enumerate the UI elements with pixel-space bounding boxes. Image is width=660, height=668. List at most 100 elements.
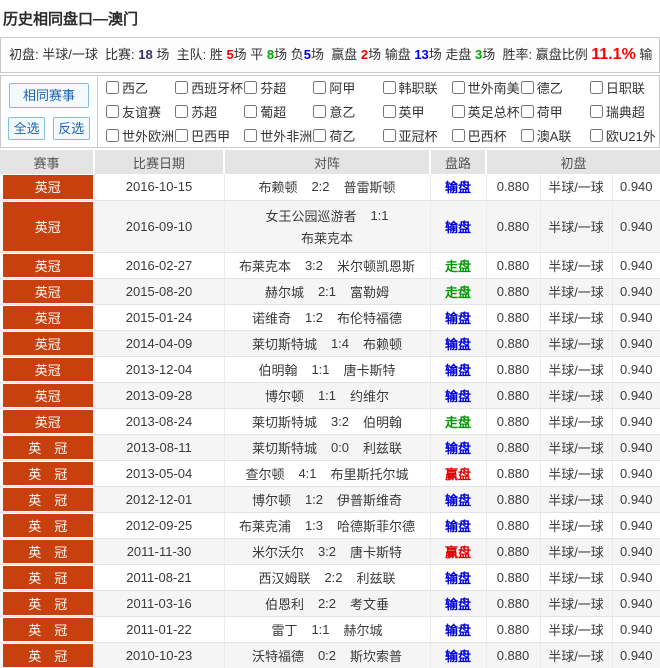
league-filter-item[interactable]: 世外南美 bbox=[452, 80, 521, 95]
league-checkbox[interactable] bbox=[175, 129, 188, 142]
handicap: 半球/一球 bbox=[540, 330, 612, 356]
league-filter-item[interactable]: 苏超 bbox=[175, 104, 244, 119]
result-status: 输盘 bbox=[430, 356, 486, 382]
league-filter-item[interactable]: 世外欧洲 bbox=[106, 128, 175, 143]
home-team: 女王公园巡游者 bbox=[265, 206, 356, 225]
league-checkbox[interactable] bbox=[244, 129, 257, 142]
odds-home: 0.880 bbox=[486, 564, 540, 590]
matchup: 伯明翰 1:1 唐卡斯特 bbox=[225, 360, 430, 379]
league-filter-item[interactable]: 荷甲 bbox=[521, 104, 590, 119]
result-status: 走盘 bbox=[430, 408, 486, 434]
league-filter-item[interactable]: 德乙 bbox=[521, 80, 590, 95]
league-checkbox-label: 西乙 bbox=[122, 80, 148, 95]
league-checkbox[interactable] bbox=[590, 129, 603, 142]
league-checkbox[interactable] bbox=[244, 105, 257, 118]
league-checkbox[interactable] bbox=[106, 81, 119, 94]
match-score: 2:2 bbox=[311, 179, 329, 194]
league-checkbox[interactable] bbox=[313, 105, 326, 118]
matchup: 莱切斯特城 3:2 伯明翰 bbox=[225, 412, 430, 431]
table-row: 英冠 2016-09-10 女王公园巡游者 1:1 布莱克本 输盘 0.880 … bbox=[0, 200, 660, 252]
odds-away: 0.940 bbox=[612, 304, 660, 330]
stats-segment: 初盘: 半球/一球 比赛: bbox=[9, 47, 138, 62]
league-filter-item[interactable]: 澳A联 bbox=[521, 128, 590, 143]
matchup: 赫尔城 2:1 富勒姆 bbox=[225, 282, 430, 301]
league-filter-item[interactable]: 西乙 bbox=[106, 80, 175, 95]
league-checkbox[interactable] bbox=[590, 105, 603, 118]
away-team: 布里斯托尔城 bbox=[331, 464, 409, 483]
league-checkbox[interactable] bbox=[175, 81, 188, 94]
league-checkbox[interactable] bbox=[175, 105, 188, 118]
stats-segment: 5 bbox=[226, 47, 233, 62]
home-team: 莱切斯特城 bbox=[252, 412, 317, 431]
league-checkbox[interactable] bbox=[313, 81, 326, 94]
odds-away: 0.940 bbox=[612, 434, 660, 460]
league-filter-item[interactable]: 芬超 bbox=[244, 80, 313, 95]
odds-away: 0.940 bbox=[612, 408, 660, 434]
league-checkbox[interactable] bbox=[452, 129, 465, 142]
league-filter-item[interactable]: 英足总杯 bbox=[452, 104, 521, 119]
away-team: 哈德斯菲尔德 bbox=[337, 516, 415, 535]
league-checkbox[interactable] bbox=[106, 105, 119, 118]
league-checkbox[interactable] bbox=[452, 81, 465, 94]
filter-panel: 相同赛事 全选 反选 西乙 西班牙杯 芬超 阿甲 韩职联 世外南美 德乙 日职联… bbox=[0, 75, 660, 148]
away-team: 考文垂 bbox=[350, 594, 389, 613]
league-filter-item[interactable]: 欧U21外 bbox=[590, 128, 659, 143]
league-checkbox-label: 韩职联 bbox=[399, 80, 438, 95]
league-checkbox[interactable] bbox=[244, 81, 257, 94]
league-badge: 英冠 bbox=[3, 410, 93, 433]
league-checkbox[interactable] bbox=[106, 129, 119, 142]
league-filter-item[interactable]: 韩职联 bbox=[383, 80, 452, 95]
league-filter-item[interactable]: 西班牙杯 bbox=[175, 80, 244, 95]
league-checkbox[interactable] bbox=[383, 81, 396, 94]
league-filter-item[interactable]: 葡超 bbox=[244, 104, 313, 119]
handicap: 半球/一球 bbox=[540, 590, 612, 616]
league-checkbox[interactable] bbox=[383, 129, 396, 142]
select-all-button[interactable]: 全选 bbox=[8, 117, 45, 140]
invert-selection-button[interactable]: 反选 bbox=[53, 117, 90, 140]
league-badge: 英 冠 bbox=[3, 462, 93, 485]
league-filter-item[interactable]: 巴西甲 bbox=[175, 128, 244, 143]
league-badge: 英 冠 bbox=[3, 566, 93, 589]
handicap: 半球/一球 bbox=[540, 616, 612, 642]
league-checkbox[interactable] bbox=[590, 81, 603, 94]
stats-segment: 场 走盘 bbox=[429, 47, 475, 62]
history-table: 赛事 比赛日期 对阵 盘路 初盘 英冠 2016-10-15 布赖顿 2:2 普… bbox=[0, 150, 660, 668]
match-score: 2:2 bbox=[318, 596, 336, 611]
league-checkbox[interactable] bbox=[521, 81, 534, 94]
league-checkbox[interactable] bbox=[452, 105, 465, 118]
table-row: 英冠 2015-01-24 诺维奇 1:2 布伦特福德 输盘 0.880 半球/… bbox=[0, 304, 660, 330]
league-badge: 英冠 bbox=[3, 175, 93, 199]
league-checkbox[interactable] bbox=[521, 129, 534, 142]
match-date: 2011-03-16 bbox=[94, 590, 224, 616]
away-team: 普雷斯顿 bbox=[344, 177, 396, 196]
odds-away: 0.940 bbox=[612, 460, 660, 486]
odds-away: 0.940 bbox=[612, 278, 660, 304]
league-filter-item[interactable]: 日职联 bbox=[590, 80, 659, 95]
match-score: 4:1 bbox=[298, 466, 316, 481]
league-checkbox[interactable] bbox=[521, 105, 534, 118]
same-event-button[interactable]: 相同赛事 bbox=[9, 83, 89, 108]
league-filter-item[interactable]: 意乙 bbox=[313, 104, 382, 119]
league-filter-item[interactable]: 瑞典超 bbox=[590, 104, 659, 119]
league-filter-item[interactable]: 友谊赛 bbox=[106, 104, 175, 119]
league-checkbox-label: 世外欧洲 bbox=[122, 128, 174, 143]
match-score: 1:2 bbox=[305, 492, 323, 507]
league-filter-item[interactable]: 巴西杯 bbox=[452, 128, 521, 143]
league-filter-item[interactable]: 英甲 bbox=[383, 104, 452, 119]
match-date: 2013-05-04 bbox=[94, 460, 224, 486]
odds-home: 0.880 bbox=[486, 174, 540, 200]
league-checkbox-label: 德乙 bbox=[537, 80, 563, 95]
league-checkbox[interactable] bbox=[383, 105, 396, 118]
league-filter-item[interactable]: 亚冠杯 bbox=[383, 128, 452, 143]
league-filter-item[interactable]: 阿甲 bbox=[313, 80, 382, 95]
league-checkbox[interactable] bbox=[313, 129, 326, 142]
stats-segment: 场 主队: 胜 bbox=[153, 47, 227, 62]
league-filter-item[interactable]: 世外非洲 bbox=[244, 128, 313, 143]
odds-home: 0.880 bbox=[486, 590, 540, 616]
result-status: 赢盘 bbox=[430, 538, 486, 564]
header-initial-odds: 初盘 bbox=[486, 150, 660, 174]
result-status: 输盘 bbox=[430, 330, 486, 356]
league-checkbox-label: 巴西杯 bbox=[468, 128, 507, 143]
handicap: 半球/一球 bbox=[540, 512, 612, 538]
league-filter-item[interactable]: 荷乙 bbox=[313, 128, 382, 143]
